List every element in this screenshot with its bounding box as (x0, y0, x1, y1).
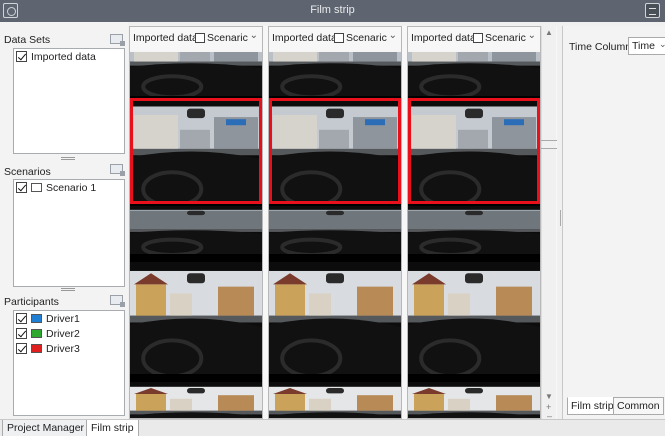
scenario-name: Scenaric (346, 32, 387, 44)
video-frame[interactable] (408, 52, 540, 96)
scenario-checkbox[interactable] (195, 33, 205, 43)
column-header: Imported data Scenaric ⌄ (130, 27, 262, 50)
list-item-label: Scenario 1 (46, 182, 97, 194)
frame-list[interactable] (130, 52, 262, 418)
datasets-options-icon[interactable] (110, 34, 125, 46)
frame-list[interactable] (269, 52, 401, 418)
scenario-color-swatch (31, 183, 42, 192)
datasets-list[interactable]: Imported data (13, 48, 125, 154)
film-column: Imported data Scenaric ⌄ (268, 26, 402, 419)
scenarios-list[interactable]: Scenario 1 (13, 179, 125, 287)
film-column: Imported data Scenaric ⌄ (129, 26, 263, 419)
panel-options-icon[interactable] (645, 3, 660, 18)
list-item[interactable]: Driver1 (16, 313, 124, 326)
video-frame[interactable] (130, 262, 262, 374)
datasets-title: Data Sets (4, 34, 51, 46)
window-title: Film strip (310, 4, 355, 16)
checkbox[interactable] (16, 51, 27, 62)
participants-title: Participants (4, 296, 59, 308)
list-item-label: Driver1 (46, 313, 80, 325)
time-column-select[interactable]: Time ⌄ (628, 37, 665, 55)
list-item[interactable]: Imported data (16, 51, 124, 64)
resize-grip[interactable] (61, 157, 75, 160)
video-frame[interactable] (269, 206, 401, 254)
chevron-down-icon[interactable]: ⌄ (528, 30, 536, 41)
selected-frame[interactable] (130, 98, 262, 204)
resize-grip[interactable] (61, 288, 75, 291)
list-item[interactable]: Scenario 1 (16, 182, 124, 195)
checkbox[interactable] (16, 328, 27, 339)
film-strip-view: Imported data Scenaric ⌄ Imported data S… (129, 26, 557, 421)
chevron-down-icon[interactable]: ▼ (545, 392, 553, 401)
video-frame[interactable] (130, 382, 262, 418)
tab-film-strip[interactable]: Film strip (567, 397, 618, 415)
vertical-scrollbar[interactable]: ▲ ▼ + – (541, 26, 556, 421)
frame-list[interactable] (408, 52, 540, 418)
dataset-name: Imported data (272, 32, 337, 44)
video-frame[interactable] (408, 206, 540, 254)
chevron-up-icon[interactable]: ▲ (545, 28, 553, 37)
column-header: Imported data Scenaric ⌄ (269, 27, 401, 50)
selected-frame[interactable] (269, 98, 401, 204)
dataset-name: Imported data (133, 32, 198, 44)
selected-frame[interactable] (408, 98, 540, 204)
scenario-checkbox[interactable] (473, 33, 483, 43)
column-header: Imported data Scenaric ⌄ (408, 27, 540, 50)
properties-panel: Time Column Time ⌄ Film strip Common (562, 26, 665, 419)
time-column-label: Time Column (569, 41, 632, 53)
checkbox[interactable] (16, 313, 27, 324)
dataset-name: Imported data (411, 32, 476, 44)
tab-project-manager[interactable]: Project Manager (2, 420, 90, 436)
scenario-checkbox[interactable] (334, 33, 344, 43)
checkbox[interactable] (16, 182, 27, 193)
video-frame[interactable] (130, 52, 262, 96)
video-frame[interactable] (269, 262, 401, 374)
tab-common[interactable]: Common (613, 397, 664, 415)
title-bar: Film strip (0, 0, 665, 22)
participants-options-icon[interactable] (110, 295, 125, 307)
driver-color-swatch (31, 329, 42, 338)
chevron-down-icon: ⌄ (659, 39, 665, 49)
chevron-down-icon[interactable]: ⌄ (250, 30, 258, 41)
bottom-tab-bar: Project Manager Film strip (0, 419, 665, 436)
scenarios-title: Scenarios (4, 166, 51, 178)
list-item-label: Imported data (31, 51, 96, 63)
video-frame[interactable] (130, 206, 262, 254)
list-item-label: Driver2 (46, 328, 80, 340)
time-column-value: Time (632, 40, 655, 52)
left-panel: Data Sets Imported data Scenarios Scenar… (0, 22, 128, 419)
checkbox[interactable] (16, 343, 27, 354)
splitter-grip[interactable] (541, 140, 557, 149)
tab-film-strip[interactable]: Film strip (86, 420, 139, 436)
scenario-name: Scenaric (207, 32, 248, 44)
video-frame[interactable] (408, 262, 540, 374)
list-item[interactable]: Driver2 (16, 328, 124, 341)
scenario-name: Scenaric (485, 32, 526, 44)
scenarios-options-icon[interactable] (110, 164, 125, 176)
chevron-down-icon[interactable]: ⌄ (389, 30, 397, 41)
driver-color-swatch (31, 344, 42, 353)
video-frame[interactable] (269, 382, 401, 418)
list-item[interactable]: Driver3 (16, 343, 124, 356)
participants-list[interactable]: Driver1 Driver2 Driver3 (13, 310, 125, 416)
app-window: Film strip Data Sets Imported data Scena… (0, 0, 665, 436)
video-frame[interactable] (269, 52, 401, 96)
driver-color-swatch (31, 314, 42, 323)
list-item-label: Driver3 (46, 343, 80, 355)
film-column: Imported data Scenaric ⌄ (407, 26, 541, 419)
video-frame[interactable] (408, 382, 540, 418)
